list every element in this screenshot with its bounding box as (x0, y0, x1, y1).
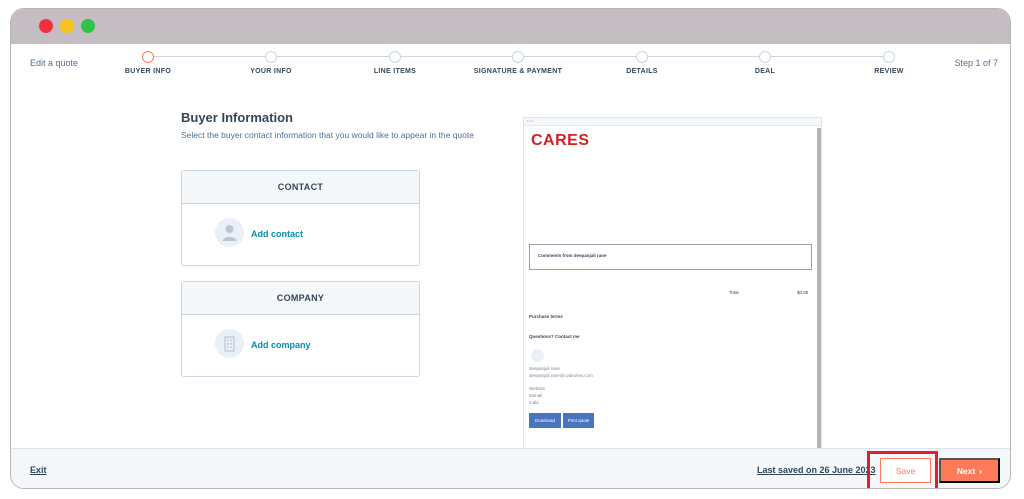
preview-contact-email: deepanjali.rane@cvahokey.com (529, 373, 593, 378)
person-icon (215, 218, 244, 247)
contact-card: CONTACT Add contact (181, 170, 420, 266)
contact-card-header: CONTACT (182, 171, 419, 204)
next-button[interactable]: Next › (939, 458, 1000, 483)
building-icon (215, 329, 244, 358)
step-circle-icon (389, 51, 401, 63)
preview-total-label: Total (729, 290, 739, 295)
step-label: DEAL (754, 68, 776, 75)
maximize-window-button[interactable] (81, 19, 95, 33)
preview-print-button[interactable]: Print quote (563, 413, 594, 428)
window-titlebar (11, 9, 1010, 44)
save-button[interactable]: Save (880, 458, 931, 483)
step-label: DETAILS (626, 68, 658, 75)
company-logo: CARES (531, 132, 590, 149)
minimize-window-button[interactable] (60, 19, 74, 33)
edit-quote-label: Edit a quote (30, 58, 79, 68)
page-subtitle: Select the buyer contact information tha… (181, 130, 474, 140)
preview-comments-box: Comments from deepanjali rane (529, 244, 812, 270)
preview-address-line1: Website (529, 386, 546, 391)
preview-avatar-icon (531, 349, 544, 362)
step-circle-icon (142, 51, 154, 63)
preview-scrollbar[interactable] (817, 128, 821, 450)
next-button-label: Next (956, 465, 976, 476)
step-count: Step 1 of 7 (954, 58, 998, 68)
step-label: YOUR INFO (250, 68, 292, 75)
company-card-body: Add company (182, 315, 419, 376)
step-circle-icon (265, 51, 277, 63)
contact-card-body: Add contact (182, 204, 419, 265)
add-contact-link[interactable]: Add contact (251, 229, 303, 239)
footer-bar: Exit Last saved on 26 June 2023 Save Nex… (11, 448, 1010, 488)
last-saved-link[interactable]: Last saved on 26 June 2023 (757, 465, 876, 475)
quote-stepper: BUYER INFO YOUR INFO LINE ITEMS SIGNATUR… (125, 51, 903, 81)
step-label: BUYER INFO (124, 68, 172, 75)
company-card-header: COMPANY (182, 282, 419, 315)
exit-link[interactable]: Exit (30, 465, 47, 475)
preview-address-line2: Mohali (529, 393, 543, 398)
preview-download-button[interactable]: Download (529, 413, 561, 428)
preview-comments-text: Comments from deepanjali rane (538, 253, 607, 258)
page-title: Buyer Information (181, 110, 293, 125)
preview-purchase-terms: Purchase terms (529, 314, 563, 319)
step-circle-icon (759, 51, 771, 63)
preview-contact-name: deepanjali rane (529, 366, 560, 371)
chevron-right-icon: › (979, 465, 983, 476)
preview-address-line3: India (529, 400, 539, 405)
app-window: Edit a quote Step 1 of 7 BUYER INFO YOUR… (10, 8, 1011, 489)
step-circle-icon (883, 51, 895, 63)
preview-toolbar: ••• (524, 118, 821, 126)
company-card: COMPANY Add company (181, 281, 420, 377)
add-company-link[interactable]: Add company (251, 340, 311, 350)
step-label: SIGNATURE & PAYMENT (473, 68, 563, 75)
close-window-button[interactable] (39, 19, 53, 33)
step-circle-icon (512, 51, 524, 63)
step-circle-icon (636, 51, 648, 63)
preview-total-value: $0.00 (797, 290, 809, 295)
step-label: REVIEW (874, 68, 904, 75)
step-label: LINE ITEMS (373, 68, 417, 75)
quote-preview: ••• CARES Comments from deepanjali rane … (523, 117, 822, 451)
preview-questions: Questions? Contact me (529, 334, 580, 339)
